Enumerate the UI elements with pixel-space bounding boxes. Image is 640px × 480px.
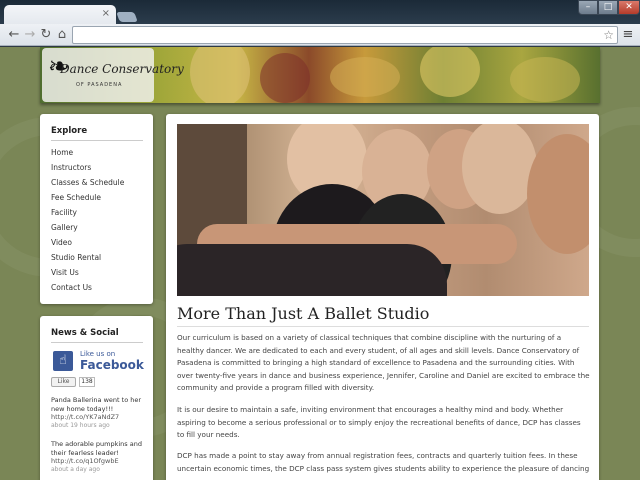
- facebook-like-box[interactable]: ☝ Like us on Facebook: [53, 348, 144, 372]
- tweet-text: The adorable pumpkins and their fearless…: [51, 440, 142, 457]
- minimize-button[interactable]: –: [578, 0, 598, 15]
- intro-paragraph: Our curriculum is based on a variety of …: [177, 333, 590, 392]
- banner-artwork: [420, 47, 480, 97]
- header-banner: ❧ Dance Conservatory OF PASADENA: [40, 47, 600, 103]
- photo-figure: [462, 124, 537, 214]
- like-count: 138: [79, 377, 95, 387]
- home-icon[interactable]: ⌂: [54, 27, 70, 43]
- banner-artwork: [190, 47, 250, 103]
- photo-figure: [527, 134, 589, 254]
- page-title: More Than Just A Ballet Studio: [177, 304, 430, 323]
- title-underline: [177, 326, 589, 327]
- photo-figure: [177, 244, 447, 296]
- logo-text: Dance Conservatory: [60, 62, 184, 76]
- tweet-text: Panda Ballerina went to her new home tod…: [51, 396, 142, 413]
- reload-icon[interactable]: ↻: [38, 27, 54, 43]
- nav-studio-rental[interactable]: Studio Rental: [51, 253, 101, 262]
- divider: [51, 140, 143, 141]
- thumbs-up-icon: ☝: [53, 351, 73, 371]
- close-window-button[interactable]: ✕: [618, 0, 640, 15]
- nav-instructors[interactable]: Instructors: [51, 163, 91, 172]
- nav-classes-schedule[interactable]: Classes & Schedule: [51, 178, 124, 187]
- news-title: News & Social: [51, 328, 119, 338]
- star-icon[interactable]: ☆: [603, 27, 614, 43]
- fees-paragraph: DCP has made a point to stay away from a…: [177, 451, 590, 473]
- back-arrow-icon[interactable]: ←: [6, 27, 22, 43]
- like-button[interactable]: Like: [51, 377, 76, 387]
- tweet-time: about 19 hours ago: [51, 421, 110, 429]
- wrench-menu-icon[interactable]: ≡: [620, 27, 636, 43]
- divider: [51, 342, 143, 343]
- browser-toolbar: ← → ↻ ⌂ ☆ ≡: [0, 24, 640, 46]
- browser-tab[interactable]: ×: [4, 5, 116, 25]
- main-content: More Than Just A Ballet Studio Our curri…: [166, 114, 599, 480]
- explore-panel: Explore Home Instructors Classes & Sched…: [40, 114, 153, 304]
- banner-artwork: [260, 53, 310, 103]
- nav-facility[interactable]: Facility: [51, 208, 77, 217]
- page-viewport: ❧ Dance Conservatory OF PASADENA Explore…: [0, 47, 640, 480]
- nav-home[interactable]: Home: [51, 148, 73, 157]
- facebook-wordmark: Facebook: [80, 358, 144, 372]
- tweet-item: The adorable pumpkins and their fearless…: [51, 440, 143, 474]
- like-us-on-text: Like us on: [80, 350, 116, 358]
- tweet-time: about a day ago: [51, 465, 100, 473]
- nav-fee-schedule[interactable]: Fee Schedule: [51, 193, 101, 202]
- nav-video[interactable]: Video: [51, 238, 72, 247]
- tab-close-icon[interactable]: ×: [102, 8, 110, 19]
- banner-artwork: [330, 57, 400, 97]
- explore-title: Explore: [51, 126, 88, 136]
- nav-gallery[interactable]: Gallery: [51, 223, 78, 232]
- tweet-link[interactable]: http://t.co/q1OfgwbE: [51, 457, 143, 466]
- nav-contact-us[interactable]: Contact Us: [51, 283, 92, 292]
- maximize-button[interactable]: □: [598, 0, 618, 15]
- banner-artwork: [510, 57, 580, 102]
- site-logo[interactable]: ❧ Dance Conservatory OF PASADENA: [42, 48, 184, 102]
- browser-titlebar: × – □ ✕: [0, 0, 640, 25]
- address-bar[interactable]: ☆: [72, 26, 618, 44]
- nav-visit-us[interactable]: Visit Us: [51, 268, 79, 277]
- news-social-panel: News & Social ☝ Like us on Facebook Like…: [40, 316, 153, 480]
- tweet-link[interactable]: http://t.co/YK7aNdZ7: [51, 413, 143, 422]
- new-tab-button[interactable]: [116, 12, 138, 22]
- forward-arrow-icon[interactable]: →: [22, 27, 38, 43]
- tweet-item: Panda Ballerina went to her new home tod…: [51, 396, 143, 430]
- logo-subtext: OF PASADENA: [76, 82, 123, 88]
- hero-photo: [177, 124, 589, 296]
- environment-paragraph: It is our desire to maintain a safe, inv…: [177, 405, 581, 439]
